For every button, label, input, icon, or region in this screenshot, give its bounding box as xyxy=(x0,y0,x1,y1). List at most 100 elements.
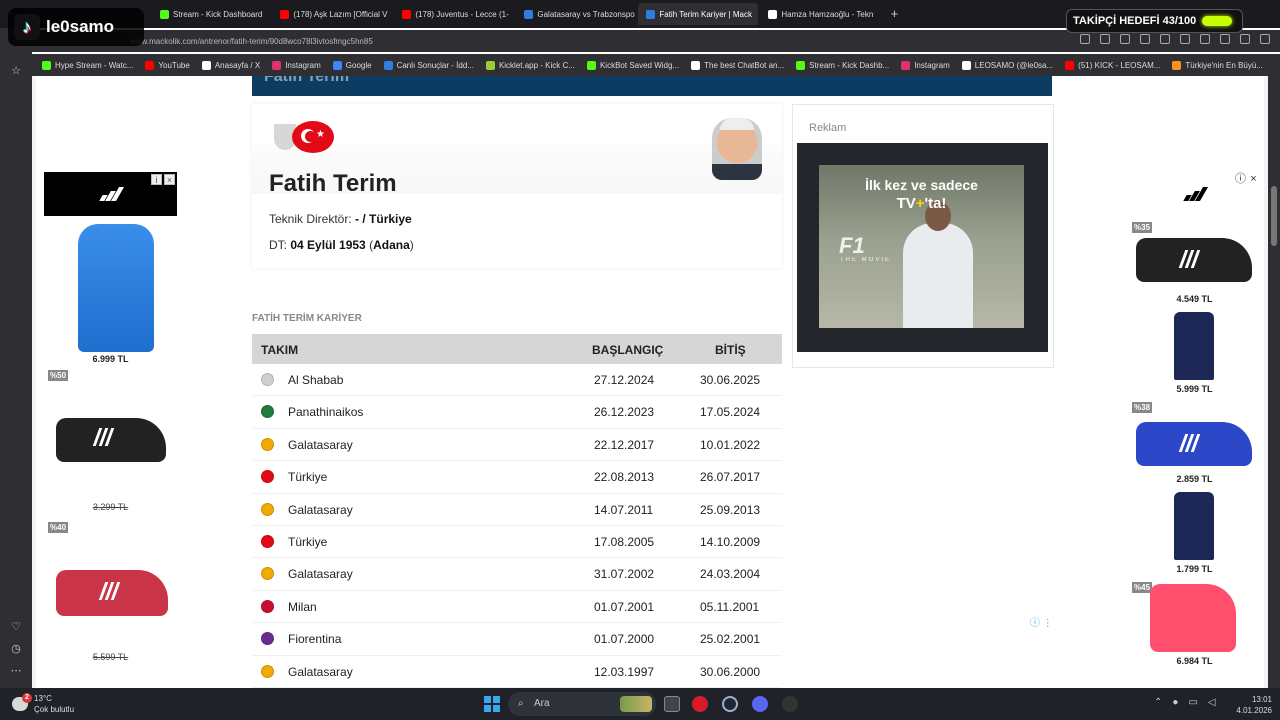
bookmark-item[interactable]: YouTube xyxy=(145,60,190,70)
team-name[interactable]: Milan xyxy=(288,600,317,614)
career-row[interactable]: Galatasaray 31.07.2002 24.03.2004 xyxy=(252,558,782,591)
ad-banner[interactable]: İlk kez ve sadece TV+'ta! F1 THE MOVIE xyxy=(797,143,1048,352)
bookmark-item[interactable]: Instagram xyxy=(272,60,321,70)
team-name[interactable]: Galatasaray xyxy=(288,503,353,517)
bookmark-item[interactable]: Stream - Kick Dashb... xyxy=(796,60,889,70)
ad-info-icon[interactable]: i xyxy=(151,174,162,185)
left-side-ad[interactable]: i × 6.999 TL %50 3.299 TL %40 5.599 TL xyxy=(44,172,177,670)
bookmark-item[interactable]: Anasayfa / X xyxy=(201,60,260,70)
volume-icon[interactable]: ◁ xyxy=(1208,697,1216,708)
bookmark-item[interactable]: Hype Stream - Watc... xyxy=(42,60,133,70)
career-row[interactable]: Galatasaray 12.03.1997 30.06.2000 xyxy=(252,656,782,688)
network-icon[interactable]: ▭ xyxy=(1188,697,1197,708)
mic-icon[interactable]: ● xyxy=(1172,697,1178,708)
address-bar[interactable]: www.mackolik.com/antrenor/fatih-terim/90… xyxy=(32,30,1280,52)
task-view-icon[interactable] xyxy=(664,696,680,712)
team-name[interactable]: Panathinaikos xyxy=(288,405,363,419)
browser-sidebar: ☆ ♡ ◷ ⋯ xyxy=(0,28,32,688)
turkey-flag-icon: ★ xyxy=(292,121,334,153)
steam-icon[interactable] xyxy=(722,696,738,712)
product-boot-pink[interactable] xyxy=(1150,584,1236,652)
windows-start-icon[interactable] xyxy=(484,696,500,712)
right-side-ad[interactable]: ⓘ × %35 4.549 TL 5.999 TL %38 2.859 TL 1… xyxy=(1128,172,1261,670)
heart-icon[interactable]: ♡ xyxy=(9,620,23,634)
ad-plus: + xyxy=(915,195,925,212)
bookmark-item[interactable]: (51) KICK - LEOSAM... xyxy=(1065,60,1160,70)
history-icon[interactable]: ◷ xyxy=(9,642,23,656)
browser-tab[interactable]: Galatasaray vs Trabzonspo xyxy=(516,3,636,25)
career-row[interactable]: Galatasaray 22.12.2017 10.01.2022 xyxy=(252,429,782,462)
adidas-logo-icon xyxy=(99,187,125,201)
team-crest-icon xyxy=(261,502,274,516)
weather-widget[interactable]: 2 13°C Çok bulutlu xyxy=(12,693,74,715)
profile-icon[interactable] xyxy=(1240,34,1250,44)
tab-favicon-icon xyxy=(160,9,169,19)
download-icon[interactable] xyxy=(1200,34,1210,44)
team-name[interactable]: Fiorentina xyxy=(288,632,341,646)
bookmark-item[interactable]: The best ChatBot an... xyxy=(691,60,784,70)
product-shirt-navy[interactable] xyxy=(1174,492,1214,560)
new-tab-button[interactable]: + xyxy=(886,6,902,22)
scrollbar[interactable] xyxy=(1268,76,1280,688)
discord-icon[interactable] xyxy=(752,696,768,712)
taskbar-clock[interactable]: 13:01 4.01.2026 xyxy=(1232,694,1272,716)
career-row[interactable]: Türkiye 22.08.2013 26.07.2017 xyxy=(252,461,782,494)
bookmark-item[interactable]: KickBot Saved Widg... xyxy=(586,60,679,70)
clock-date: 4.01.2026 xyxy=(1236,706,1272,715)
opera-icon[interactable] xyxy=(692,696,708,712)
career-row[interactable]: Al Shabab 27.12.2024 30.06.2025 xyxy=(252,364,782,397)
career-row[interactable]: Milan 01.07.2001 05.11.2001 xyxy=(252,591,782,624)
team-name[interactable]: Türkiye xyxy=(288,535,327,549)
bookmark-item[interactable]: Türkiye'nin En Büyü... xyxy=(1172,60,1263,70)
browser-tab[interactable]: (178) Aşk Lazım [Official V xyxy=(272,3,392,25)
browser-tab[interactable]: Fatih Terim Kariyer | Mack xyxy=(638,3,759,25)
birth-date: 04 Eylül 1953 xyxy=(290,238,366,252)
product-sneaker-blue[interactable] xyxy=(1136,422,1252,466)
bookmark-item[interactable]: LEOSAMO (@le0sa... xyxy=(961,60,1053,70)
ad-close-icon[interactable]: × xyxy=(1248,174,1259,185)
more-icon[interactable]: ⋯ xyxy=(9,664,23,678)
team-name[interactable]: Türkiye xyxy=(288,470,327,484)
team-name[interactable]: Al Shabab xyxy=(288,373,343,387)
ad-banner-image[interactable]: İlk kez ve sadece TV+'ta! F1 THE MOVIE xyxy=(819,165,1024,328)
product-price: 6.999 TL xyxy=(92,354,129,364)
zoom-icon[interactable] xyxy=(1080,34,1090,44)
career-row[interactable]: Panathinaikos 26.12.2023 17.05.2024 xyxy=(252,396,782,429)
ad-close-icon[interactable]: × xyxy=(164,174,175,185)
play-icon[interactable] xyxy=(1160,34,1170,44)
browser-tab[interactable]: (178) Juventus - Lecce (1- xyxy=(394,3,514,25)
shield-icon[interactable] xyxy=(1140,34,1150,44)
career-row[interactable]: Türkiye 17.08.2005 14.10.2009 xyxy=(252,526,782,559)
browser-tab[interactable]: Hamza Hamzaoğlu - Tekn xyxy=(760,3,880,25)
bookmark-item[interactable]: Google xyxy=(332,60,372,70)
product-shoe-black[interactable] xyxy=(56,418,166,462)
favorites-icon[interactable] xyxy=(1180,34,1190,44)
product-sneaker-black[interactable] xyxy=(1136,238,1252,282)
team-name[interactable]: Galatasaray xyxy=(288,567,353,581)
team-name[interactable]: Galatasaray xyxy=(288,665,353,679)
career-row[interactable]: Fiorentina 01.07.2000 25.02.2001 xyxy=(252,623,782,656)
bookmark-item[interactable]: Canlı Sonuçlar - İdd... xyxy=(383,60,474,70)
product-jacket[interactable] xyxy=(78,224,154,352)
team-name[interactable]: Galatasaray xyxy=(288,438,353,452)
chevron-up-icon[interactable]: ⌃ xyxy=(1154,697,1162,708)
bookmark-item[interactable]: Kicklet.app - Kick C... xyxy=(485,60,575,70)
taskbar-search[interactable]: ⌕ Ara xyxy=(508,692,656,716)
screenshot-icon[interactable] xyxy=(1120,34,1130,44)
bookmark-favicon-icon xyxy=(961,60,971,70)
url-text[interactable]: www.mackolik.com/antrenor/fatih-terim/90… xyxy=(130,37,373,46)
sidebar-icon[interactable] xyxy=(1260,34,1270,44)
browser-tab[interactable]: Stream - Kick Dashboard xyxy=(152,3,270,25)
app-icon[interactable] xyxy=(782,696,798,712)
bookmark-item[interactable]: Instagram xyxy=(901,60,950,70)
career-row[interactable]: Galatasaray 14.07.2011 25.09.2013 xyxy=(252,494,782,526)
scrollbar-thumb[interactable] xyxy=(1271,186,1277,246)
ad-headline: İlk kez ve sadece xyxy=(865,177,978,193)
product-shoe-red[interactable] xyxy=(56,570,168,616)
ad-info-icon[interactable]: ⓘ xyxy=(1235,174,1246,185)
edit-icon[interactable] xyxy=(1100,34,1110,44)
ad-choices-icon[interactable]: ⓘ ⋮ xyxy=(1030,614,1053,629)
star-icon[interactable]: ☆ xyxy=(9,64,23,78)
product-shirt-blue[interactable] xyxy=(1174,312,1214,380)
menu-icon[interactable] xyxy=(1220,34,1230,44)
